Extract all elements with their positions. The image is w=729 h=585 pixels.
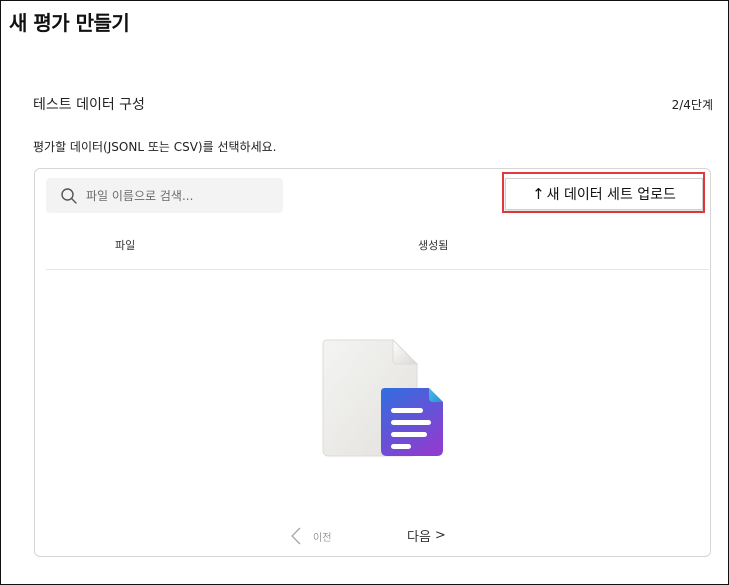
prev-page-label: 이전 [313, 532, 332, 544]
page-title: 새 평가 만들기 [9, 11, 130, 35]
document-file-icon [315, 332, 445, 462]
dataset-panel: ↑ 새 데이터 세트 업로드 파일 생성됨 [34, 168, 711, 557]
upload-arrow-icon: ↑ [532, 185, 545, 203]
chevron-left-icon [289, 526, 303, 546]
header-divider [46, 269, 709, 270]
search-input[interactable] [86, 178, 276, 213]
search-icon [60, 187, 78, 205]
next-page-label: 다음 [407, 530, 431, 545]
chevron-right-icon: > [434, 528, 446, 543]
section-title: 테스트 데이터 구성 [33, 97, 145, 113]
window-frame: 새 평가 만들기 테스트 데이터 구성 2/4단계 평가할 데이터(JSONL … [0, 0, 729, 585]
next-page-button[interactable]: 다음 > [407, 526, 446, 545]
search-box[interactable] [46, 178, 283, 213]
prev-page-button[interactable]: 이전 [289, 526, 331, 546]
column-header-created[interactable]: 생성됨 [418, 237, 448, 253]
instruction-text: 평가할 데이터(JSONL 또는 CSV)를 선택하세요. [33, 140, 277, 154]
upload-button-label: 새 데이터 세트 업로드 [546, 187, 676, 203]
column-header-file[interactable]: 파일 [115, 237, 135, 253]
pagination: 이전 다음 > [35, 524, 710, 548]
step-indicator: 2/4단계 [671, 98, 713, 112]
upload-dataset-button[interactable]: ↑ 새 데이터 세트 업로드 [505, 178, 703, 210]
